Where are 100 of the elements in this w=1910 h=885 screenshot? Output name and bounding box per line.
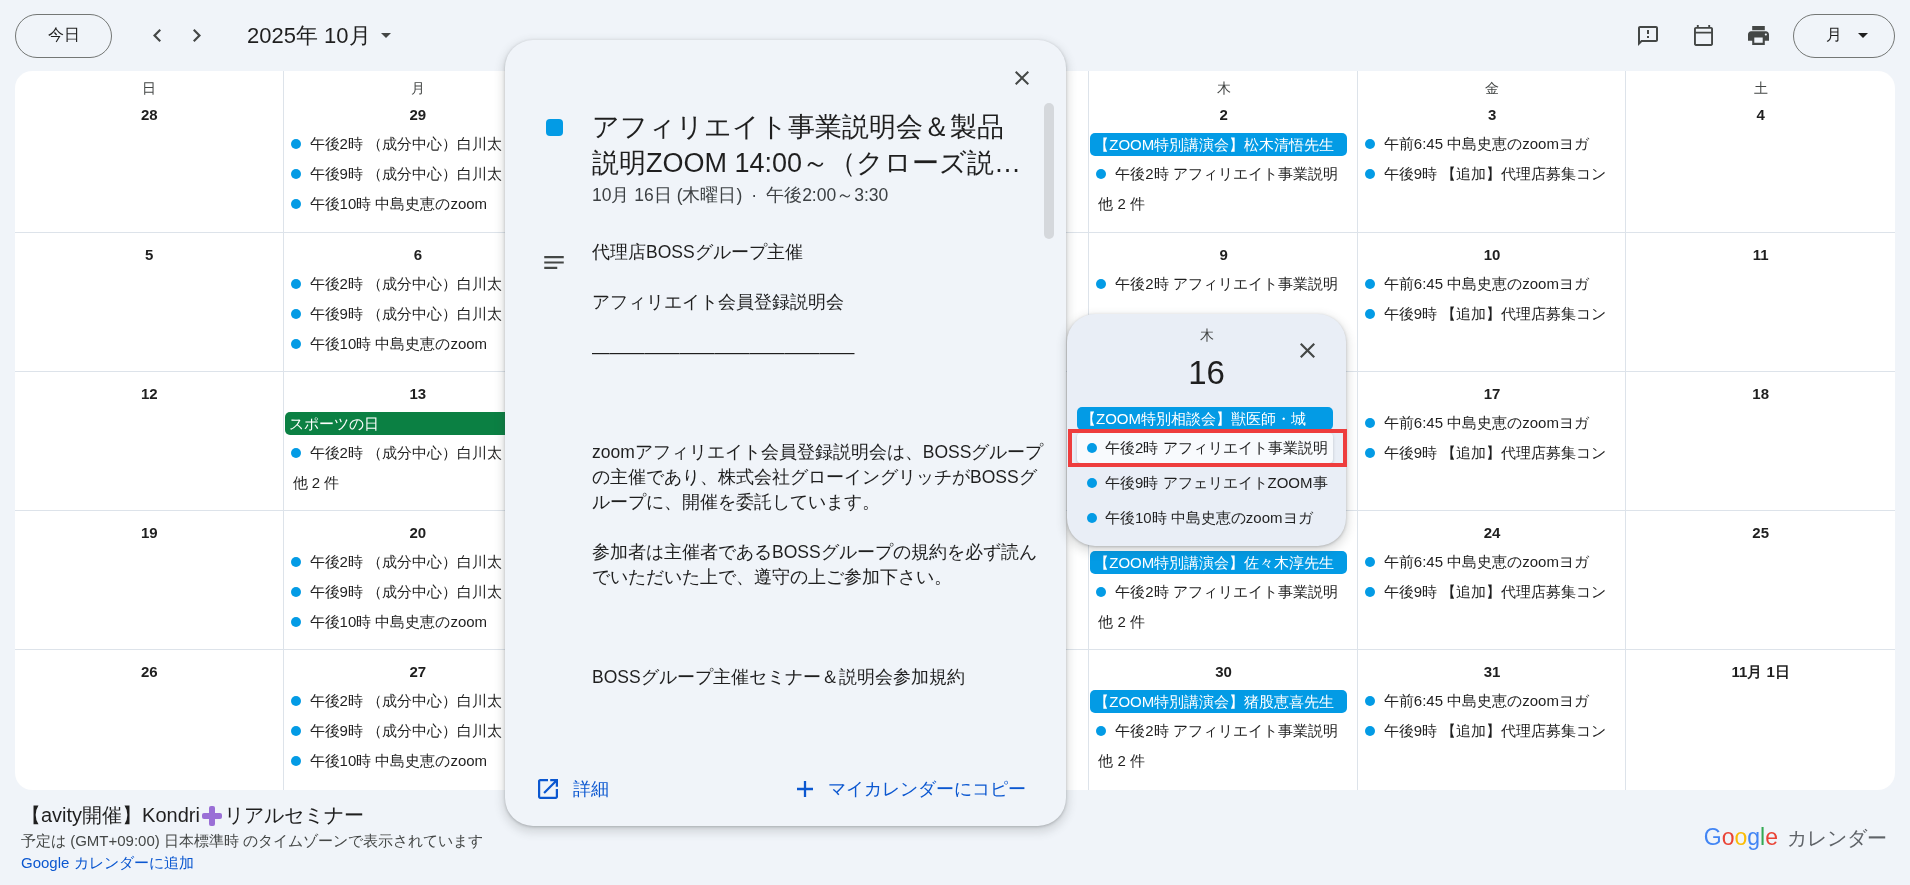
event-dot-icon bbox=[1364, 557, 1375, 567]
date-number[interactable]: 13 bbox=[406, 382, 430, 406]
chevron-left-icon bbox=[153, 29, 161, 42]
event-dot-icon bbox=[290, 309, 301, 319]
date-number[interactable]: 20 bbox=[406, 521, 430, 545]
calendar-icon bbox=[1693, 25, 1713, 46]
event-item[interactable]: 午後2時 アフィリエイト事業説明 bbox=[1091, 577, 1347, 607]
event-item[interactable]: 午後2時 アフィリエイト事業説明 bbox=[1091, 159, 1347, 189]
date-number[interactable]: 4 bbox=[1753, 103, 1768, 127]
date-number[interactable]: 10 bbox=[1480, 243, 1504, 267]
event-item[interactable]: 午後10時 中島史恵のzoom bbox=[285, 329, 542, 359]
event-item[interactable]: 午後10時 中島史恵のzoom bbox=[285, 607, 542, 637]
date-number[interactable]: 18 bbox=[1749, 382, 1773, 406]
event-dot-icon bbox=[1364, 139, 1375, 149]
event-item[interactable]: 午前6:45 中島史恵のzoomヨガ bbox=[1359, 129, 1616, 159]
date-number[interactable]: 11月 1日 bbox=[1728, 660, 1793, 684]
event-dot-icon bbox=[290, 169, 301, 179]
event-dot-icon bbox=[1087, 478, 1097, 488]
month-title-button[interactable]: 2025年 10月 bbox=[235, 15, 399, 56]
more-events-link[interactable]: 他 2 件 bbox=[292, 473, 340, 493]
description-paragraph: 参加者は主催者であるBOSSグループの規約を必ず読んでいただいた上で、遵守の上ご参加下さい。 bbox=[592, 540, 1038, 589]
date-number[interactable]: 6 bbox=[410, 243, 425, 267]
date-number[interactable]: 2 bbox=[1216, 103, 1231, 127]
date-number[interactable]: 11 bbox=[1749, 243, 1772, 267]
event-dot-icon bbox=[290, 726, 301, 736]
weekday-label: 日 bbox=[142, 80, 157, 98]
separator: · bbox=[751, 184, 758, 207]
event-item[interactable]: 午後9時 （成分中心）白川太 bbox=[285, 159, 542, 189]
event-item[interactable]: 午後9時 【追加】代理店募集コン bbox=[1359, 577, 1616, 607]
event-dot-icon bbox=[1364, 169, 1375, 179]
event-item[interactable]: 午後9時 【追加】代理店募集コン bbox=[1359, 716, 1616, 746]
event-item[interactable]: 午後9時 【追加】代理店募集コン bbox=[1359, 438, 1616, 468]
event-item[interactable]: 午後10時 中島史恵のzoomヨガ bbox=[1077, 503, 1333, 533]
event-dot-icon bbox=[1364, 726, 1375, 736]
event-item[interactable]: 午後9時 （成分中心）白川太 bbox=[285, 577, 542, 607]
date-number[interactable]: 28 bbox=[137, 103, 161, 127]
date-number[interactable]: 29 bbox=[406, 103, 430, 127]
date-number[interactable]: 27 bbox=[406, 660, 430, 684]
caret-icon bbox=[1858, 33, 1868, 38]
date-number[interactable]: 5 bbox=[142, 243, 157, 267]
date-number[interactable]: 19 bbox=[137, 521, 161, 545]
event-dot-icon bbox=[1364, 587, 1375, 597]
date-number[interactable]: 3 bbox=[1484, 103, 1500, 127]
event-dot-icon bbox=[290, 696, 301, 706]
date-number[interactable]: 24 bbox=[1480, 521, 1504, 545]
date-number[interactable]: 9 bbox=[1216, 243, 1231, 267]
event-dot-icon bbox=[290, 756, 301, 766]
close-icon bbox=[1015, 71, 1029, 85]
event-dot-icon bbox=[1087, 443, 1097, 453]
date-number[interactable]: 12 bbox=[137, 382, 161, 406]
date-number[interactable]: 26 bbox=[137, 660, 161, 684]
event-item[interactable]: 午後2時 （成分中心）白川太 bbox=[285, 129, 542, 159]
color-swatch-icon bbox=[545, 118, 563, 136]
event-item[interactable]: 午後2時 （成分中心）白川太 bbox=[285, 547, 542, 577]
scrollbar-thumb[interactable] bbox=[1044, 103, 1054, 239]
event-item[interactable]: 午後10時 中島史恵のzoom bbox=[285, 189, 542, 219]
event-item[interactable]: 午後9時 【追加】代理店募集コン bbox=[1359, 299, 1616, 329]
google-logo: Google bbox=[1703, 823, 1778, 852]
event-dot-icon bbox=[290, 279, 301, 289]
event-dot-icon bbox=[290, 339, 301, 349]
weekday-label: 金 bbox=[1485, 80, 1500, 98]
calendar-title: リアルセミナー bbox=[223, 803, 364, 828]
description-paragraph: アフィリエイト会員登録説明会 bbox=[592, 290, 845, 314]
add-to-calendar-link[interactable]: Google カレンダーに追加 bbox=[21, 851, 194, 874]
event-dot-icon bbox=[290, 617, 301, 627]
date-number[interactable]: 30 bbox=[1212, 660, 1235, 684]
event-dot-icon bbox=[290, 139, 301, 149]
event-item[interactable]: 午前6:45 中島史恵のzoomヨガ bbox=[1359, 269, 1616, 299]
more-events-link[interactable]: 他 2 件 bbox=[1098, 751, 1145, 771]
event-dot-icon bbox=[290, 448, 301, 458]
more-events-link[interactable]: 他 2 件 bbox=[1098, 194, 1145, 214]
day-number[interactable]: 16 bbox=[1188, 353, 1225, 393]
event-dot-icon bbox=[1096, 587, 1107, 597]
product-name: カレンダー bbox=[1787, 826, 1887, 851]
more-events-link[interactable]: 他 2 件 bbox=[1098, 612, 1145, 632]
event-item[interactable]: 午後2時 アフィリエイト事業説明 bbox=[1077, 433, 1333, 463]
event-dot-icon bbox=[1096, 726, 1107, 736]
event-item[interactable]: 午後2時 （成分中心）白川太 bbox=[285, 686, 542, 716]
description-paragraph: 代理店BOSSグループ主催 bbox=[592, 240, 804, 264]
event-item[interactable]: 午後9時 （成分中心）白川太 bbox=[285, 299, 542, 329]
event-item[interactable]: 午後2時 アフィリエイト事業説明 bbox=[1091, 716, 1347, 746]
event-item[interactable]: 午前6:45 中島史恵のzoomヨガ bbox=[1359, 686, 1616, 716]
close-icon bbox=[1299, 342, 1315, 358]
event-dot-icon bbox=[1364, 696, 1375, 706]
caret-icon bbox=[380, 33, 391, 38]
event-item[interactable]: 午後2時 （成分中心）白川太 bbox=[285, 438, 542, 468]
event-item[interactable]: 午後9時 アフェリエイトZOOM事 bbox=[1077, 468, 1333, 498]
date-number[interactable]: 17 bbox=[1480, 382, 1504, 406]
event-item[interactable]: 午後2時 アフィリエイト事業説明 bbox=[1091, 269, 1347, 299]
event-item[interactable]: 午後9時 （成分中心）白川太 bbox=[285, 716, 542, 746]
date-number[interactable]: 25 bbox=[1749, 521, 1773, 545]
date-number[interactable]: 31 bbox=[1480, 660, 1504, 684]
plus-icon bbox=[797, 781, 813, 797]
event-item[interactable]: 午後2時 （成分中心）白川太 bbox=[285, 269, 542, 299]
printer-icon bbox=[1747, 26, 1769, 45]
event-item[interactable]: 午後9時 【追加】代理店募集コン bbox=[1359, 159, 1616, 189]
event-item[interactable]: 午前6:45 中島史恵のzoomヨガ bbox=[1359, 408, 1616, 438]
copy-to-calendar-button[interactable]: マイカレンダーにコピー bbox=[789, 769, 1034, 809]
event-dot-icon bbox=[1096, 279, 1107, 289]
event-item[interactable]: 午前6:45 中島史恵のzoomヨガ bbox=[1359, 547, 1616, 577]
